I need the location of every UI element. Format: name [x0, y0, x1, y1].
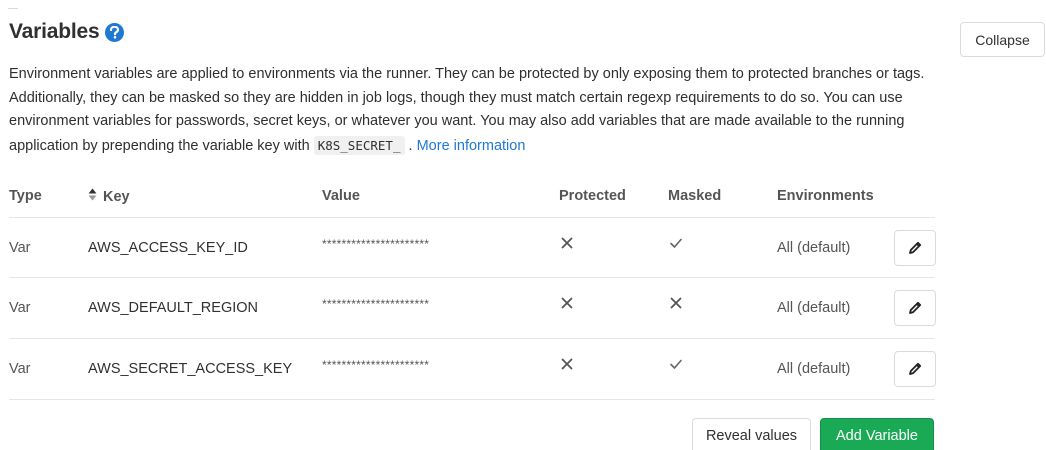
column-header-masked: Masked: [668, 188, 721, 204]
column-header-type: Type: [9, 188, 42, 204]
close-icon: [670, 297, 682, 309]
environment-cell: All (default): [777, 361, 851, 377]
reveal-values-button[interactable]: Reveal values: [692, 418, 811, 450]
pencil-icon: [909, 362, 922, 375]
add-variable-button[interactable]: Add Variable: [820, 418, 934, 450]
type-cell: Var: [9, 300, 31, 316]
edit-variable-button[interactable]: [894, 351, 936, 387]
environment-cell: All (default): [777, 240, 851, 256]
value-cell: **********************: [322, 358, 430, 372]
table-divider: [9, 338, 935, 339]
check-icon: [670, 238, 682, 248]
variables-settings-page: Variables Collapse Environment variables…: [0, 0, 1046, 450]
table-divider: [9, 399, 935, 400]
code-snippet: K8S_SECRET_: [313, 135, 405, 155]
pencil-icon: [909, 241, 922, 254]
table-divider: [9, 277, 935, 278]
close-icon: [561, 237, 573, 249]
type-cell: Var: [9, 361, 31, 377]
column-header-value: Value: [322, 188, 360, 204]
column-header-label: Protected: [559, 188, 626, 204]
column-header-label: Key: [103, 188, 130, 205]
key-cell: AWS_ACCESS_KEY_ID: [88, 240, 248, 256]
section-title: Variables: [9, 20, 100, 43]
close-icon: [561, 297, 573, 309]
table-divider: [9, 217, 935, 218]
type-cell: Var: [9, 240, 31, 256]
column-header-label: Environments: [777, 188, 874, 204]
column-header-protected: Protected: [559, 188, 626, 204]
section-description: Environment variables are applied to env…: [9, 63, 939, 158]
more-information-link[interactable]: More information: [417, 138, 526, 154]
question-circle-icon[interactable]: [105, 22, 125, 42]
sort-icon[interactable]: [88, 188, 97, 205]
close-icon: [561, 358, 573, 370]
column-header-key[interactable]: Key: [88, 188, 130, 205]
edit-variable-button[interactable]: [894, 230, 936, 266]
column-header-label: Value: [322, 188, 360, 204]
description-text-end: .: [408, 137, 413, 154]
divider: [8, 8, 18, 9]
environment-cell: All (default): [777, 300, 851, 316]
key-cell: AWS_SECRET_ACCESS_KEY: [88, 361, 293, 377]
column-header-label: Type: [9, 188, 42, 204]
section-header: Variables: [9, 20, 125, 44]
value-cell: **********************: [322, 237, 430, 251]
edit-variable-button[interactable]: [894, 290, 936, 326]
column-header-environments: Environments: [777, 188, 874, 204]
value-cell: **********************: [322, 297, 430, 311]
pencil-icon: [909, 301, 922, 314]
key-cell: AWS_DEFAULT_REGION: [88, 300, 259, 316]
check-icon: [670, 359, 682, 369]
column-header-label: Masked: [668, 188, 722, 204]
collapse-button[interactable]: Collapse: [960, 22, 1045, 57]
